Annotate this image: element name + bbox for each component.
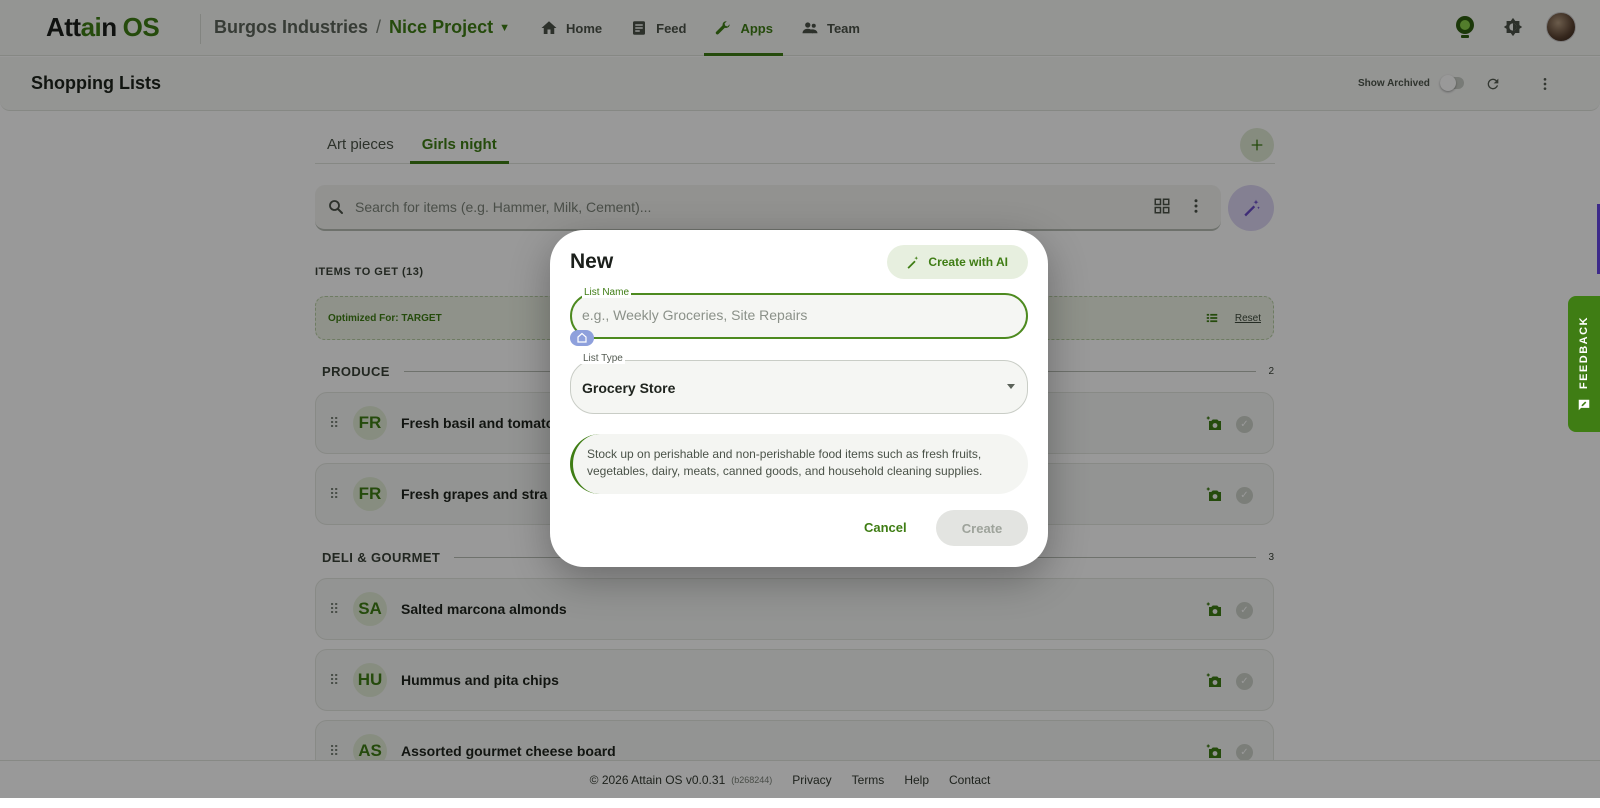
list-type-select[interactable]: List Type Grocery Store	[570, 353, 1028, 414]
list-name-input[interactable]	[582, 307, 1002, 323]
create-with-ai-button[interactable]: Create with AI	[887, 245, 1028, 279]
magic-wand-icon	[907, 255, 919, 269]
grammar-assist-icon[interactable]	[570, 330, 594, 346]
cancel-button[interactable]: Cancel	[864, 520, 907, 535]
create-button[interactable]: Create	[936, 510, 1028, 546]
list-name-label: List Name	[582, 287, 632, 298]
list-type-description: Stock up on perishable and non-perishabl…	[570, 434, 1028, 494]
feedback-tab[interactable]: FEEDBACK	[1568, 296, 1600, 432]
dropdown-arrow-icon	[1007, 384, 1015, 389]
create-with-ai-label: Create with AI	[928, 255, 1008, 269]
list-type-value: Grocery Store	[582, 380, 676, 396]
list-name-field: List Name	[570, 287, 1028, 339]
feedback-icon	[1578, 399, 1590, 410]
feedback-label: FEEDBACK	[1578, 316, 1590, 390]
dialog-title: New	[570, 250, 614, 273]
new-list-dialog: New Create with AI List Name List Type G…	[550, 230, 1048, 567]
list-type-label: List Type	[581, 353, 625, 364]
window-bottom-edge	[0, 798, 1600, 808]
